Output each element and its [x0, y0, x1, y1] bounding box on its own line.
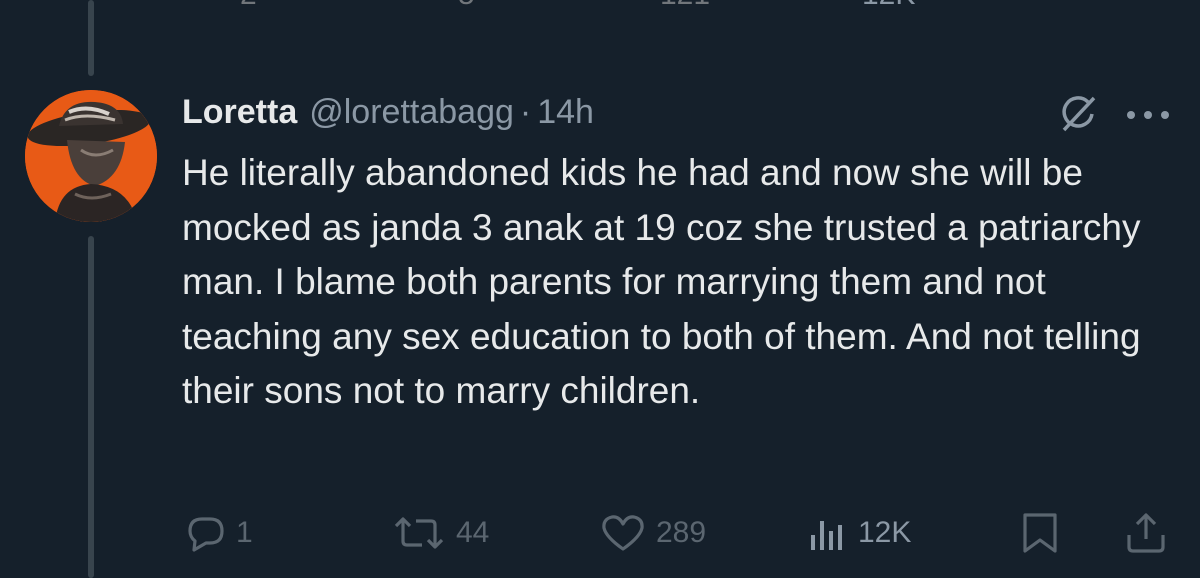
bookmark-icon — [1023, 513, 1057, 553]
tweet-text: He literally abandoned kids he had and n… — [182, 152, 1141, 411]
bookmark-button[interactable] — [1020, 505, 1060, 561]
view-count: 12K — [858, 516, 912, 549]
avatar[interactable] — [25, 90, 157, 222]
previous-retweet-count: 5 — [458, 0, 475, 12]
more-dots-icon[interactable] — [1125, 108, 1171, 122]
reply-count: 1 — [236, 516, 253, 549]
reply-icon — [188, 517, 224, 552]
previous-tweet-actions: 2 5 121 12K — [0, 0, 1200, 18]
display-name[interactable]: Loretta — [182, 93, 297, 132]
retweet-button[interactable]: 44 — [392, 505, 489, 561]
reply-button[interactable]: 1 — [186, 505, 253, 561]
tweet-header: Loretta @lorettabagg · 14h — [182, 88, 594, 136]
views-bar-chart-icon — [811, 521, 842, 550]
user-handle[interactable]: @lorettabagg — [309, 93, 514, 132]
share-icon — [1127, 513, 1165, 553]
separator-dot: · — [519, 92, 532, 131]
timestamp[interactable]: 14h — [537, 93, 594, 132]
tweet-actions: 1 44 289 12K — [0, 505, 1200, 561]
retweet-count: 44 — [456, 516, 490, 549]
views-button[interactable]: 12K — [808, 505, 911, 561]
previous-like-count: 121 — [660, 0, 710, 12]
heart-icon — [602, 515, 644, 551]
like-count: 289 — [656, 516, 707, 549]
previous-view-count: 12K — [862, 0, 915, 12]
avatar-image — [25, 90, 157, 222]
like-button[interactable]: 289 — [600, 505, 706, 561]
grok-icon[interactable] — [1058, 94, 1098, 134]
retweet-icon — [394, 517, 444, 549]
previous-reply-count: 2 — [240, 0, 257, 12]
share-button[interactable] — [1124, 505, 1168, 561]
